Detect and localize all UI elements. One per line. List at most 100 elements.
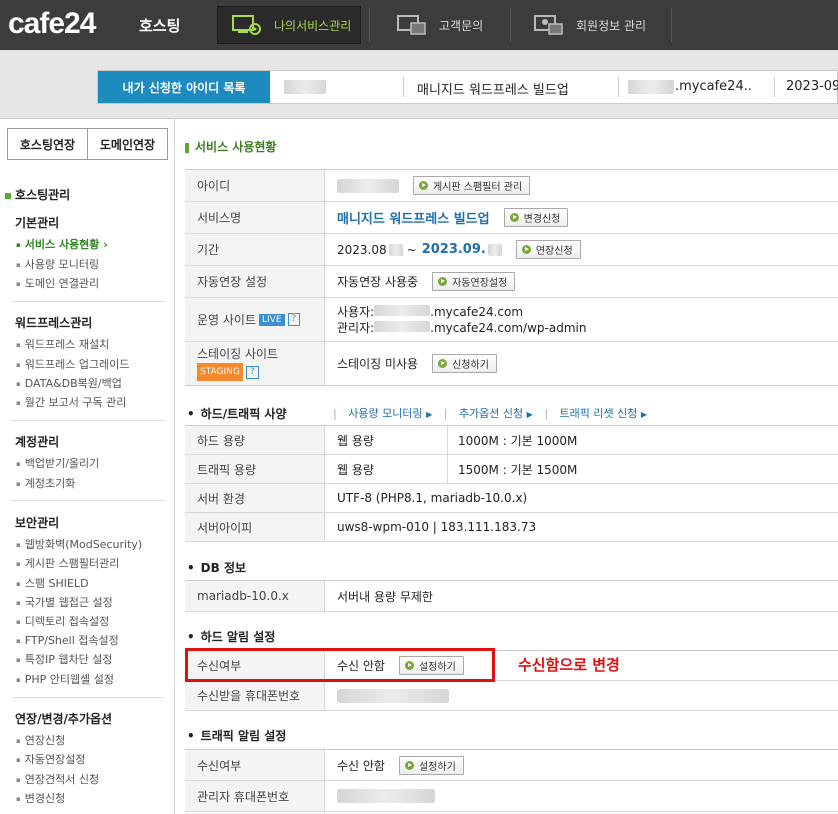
section-title-db: DB 정보 bbox=[187, 559, 246, 576]
sidebar-item-ip-block[interactable]: 특정IP 웹차단 설정 bbox=[16, 651, 113, 667]
id-list-bar[interactable]: 내가 신청한 아이디 목록 매니지드 워드프레스 빌드업 .mycafe24..… bbox=[97, 70, 838, 104]
table-row: 수신받을 휴대폰번호 bbox=[185, 681, 838, 711]
sidebar-item-directory-access[interactable]: 디렉토리 접속설정 bbox=[16, 613, 109, 629]
staging-badge: STAGING bbox=[197, 363, 243, 381]
sidebar-group-wordpress: 워드프레스관리 bbox=[15, 316, 93, 330]
staging-apply-button[interactable]: 신청하기 bbox=[432, 354, 497, 373]
table-row: 관리자 휴대폰번호 bbox=[185, 781, 838, 812]
section-title-usage: 서비스 사용현황 bbox=[185, 138, 276, 155]
sidebar-item-wp-upgrade[interactable]: 워드프레스 업그레이드 bbox=[16, 356, 130, 372]
sidebar-item-php-antiwebshell[interactable]: PHP 안티웹셸 설정 bbox=[16, 671, 114, 687]
traffic-receive-value: 수신 안함 bbox=[337, 758, 385, 773]
sidebar-item-monthly-report[interactable]: 월간 보고서 구독 관리 bbox=[16, 394, 127, 410]
link-traffic-reset[interactable]: 트래픽 리셋 신청 ▶ bbox=[560, 407, 648, 420]
table-row: 자동연장 설정 자동연장 사용중 자동연장설정 bbox=[185, 266, 838, 298]
sidebar-item-country-access[interactable]: 국가별 웹접근 설정 bbox=[16, 594, 113, 610]
sidebar-tabs: 호스팅연장 도메인연장 bbox=[7, 128, 168, 160]
help-icon[interactable]: ? bbox=[287, 313, 301, 326]
row-label: 서버 환경 bbox=[185, 484, 325, 512]
auto-extend-value: 자동연장 사용중 bbox=[337, 275, 419, 289]
sidebar-item-usage-monitor[interactable]: 사용량 모니터링 bbox=[16, 256, 99, 272]
sidebar-item-domain-connect[interactable]: 도메인 연결관리 bbox=[16, 275, 99, 291]
help-icon[interactable]: ? bbox=[245, 366, 259, 379]
admin-site-url[interactable]: .mycafe24.com/wp-admin bbox=[430, 321, 586, 335]
domain-extend-tab[interactable]: 도메인연장 bbox=[88, 128, 168, 160]
period-start: 2023.08 bbox=[337, 242, 387, 257]
hw-links: | 사용량 모니터링 ▶ | 추가옵션 신청 ▶ | 트래픽 리셋 신청 ▶ bbox=[333, 407, 648, 420]
row-value: UTF-8 (PHP8.1, mariadb-10.0.x) bbox=[337, 491, 528, 505]
row-value: 1000M : 기본 1000M bbox=[458, 433, 578, 448]
change-request-button[interactable]: 변경신청 bbox=[503, 208, 569, 227]
table-row: 수신여부 수신 안함 설정하기 bbox=[185, 750, 838, 781]
table-row: mariadb-10.0.x 서버내 용량 무제한 bbox=[185, 581, 838, 612]
nav-label: 회원정보 관리 bbox=[576, 18, 647, 33]
logo-subtitle: 호스팅 bbox=[139, 17, 181, 35]
nav-label: 나의서비스관리 bbox=[274, 18, 352, 33]
sidebar-item-spam-filter[interactable]: 게시판 스팸필터관리 bbox=[16, 555, 120, 571]
highlight-box bbox=[185, 648, 495, 682]
nav-my-service[interactable]: 나의서비스관리 bbox=[217, 6, 361, 44]
user-site-prefix: 사용자: bbox=[337, 304, 375, 319]
hw-table: 하드 용량 웹 용량 1000M : 기본 1000M 트래픽 용량 웹 용량 … bbox=[185, 425, 838, 542]
id-service-name: 매니지드 워드프레스 빌드업 bbox=[417, 83, 569, 98]
sidebar-item-modsecurity[interactable]: 웹방화벽(ModSecurity) bbox=[16, 536, 142, 552]
row-label: 트래픽 용량 bbox=[185, 455, 325, 483]
staging-value: 스테이징 미사용 bbox=[337, 357, 419, 371]
member-info-icon bbox=[534, 14, 564, 36]
sidebar-item-spam-shield[interactable]: 스팸 SHIELD bbox=[16, 575, 89, 591]
arrow-icon bbox=[438, 277, 448, 286]
extend-request-button[interactable]: 연장신청 bbox=[515, 240, 581, 259]
arrow-icon bbox=[404, 760, 414, 770]
sidebar-item-extend[interactable]: 연장신청 bbox=[16, 732, 65, 748]
table-row: 트래픽 용량 웹 용량 1500M : 기본 1500M bbox=[185, 455, 838, 484]
table-row: 서버아이피 uws8-wpm-010 | 183.111.183.73 bbox=[185, 513, 838, 542]
id-domain: .mycafe24.. bbox=[675, 79, 752, 94]
id-list-label: 내가 신청한 아이디 목록 bbox=[98, 71, 270, 103]
row-label: 관리자 휴대폰번호 bbox=[185, 781, 325, 811]
row-label: 서비스명 bbox=[185, 202, 325, 233]
cafe24-logo[interactable]: cafe24 bbox=[8, 9, 96, 39]
sidebar-item-data-restore[interactable]: DATA&DB복원/백업 bbox=[16, 375, 122, 391]
spam-filter-button[interactable]: 게시판 스팸필터 관리 bbox=[413, 176, 531, 195]
sidebar-group-options: 연장/변경/추가옵션 bbox=[15, 712, 113, 726]
nav-label: 고객문의 bbox=[439, 18, 484, 33]
row-value: 1500M : 기본 1500M bbox=[458, 462, 578, 477]
sidebar-item-change[interactable]: 변경신청 bbox=[16, 790, 65, 806]
row-label: 스테이징 사이트 bbox=[197, 347, 279, 361]
sidebar-group-security: 보안관리 bbox=[15, 516, 60, 530]
section-title-traffic-alert: 트래픽 알림 설정 bbox=[187, 727, 287, 744]
sidebar-item-account-reset[interactable]: 계정초기화 bbox=[16, 475, 76, 491]
user-site-url[interactable]: .mycafe24.com bbox=[430, 305, 523, 319]
table-row: 운영 사이트 LIVE ? 사용자: .mycafe24.com 관리자: .myc… bbox=[185, 298, 838, 342]
arrow-icon bbox=[521, 245, 531, 254]
nav-member-info[interactable]: 회원정보 관리 bbox=[534, 6, 646, 44]
table-row: 하드 용량 웹 용량 1000M : 기본 1000M bbox=[185, 426, 838, 455]
sidebar-item-backup[interactable]: 백업받기/올리기 bbox=[16, 455, 100, 471]
auto-extend-button[interactable]: 자동연장설정 bbox=[432, 272, 516, 291]
sidebar-item-auto-extend[interactable]: 자동연장설정 bbox=[16, 751, 86, 767]
sidebar-item-ftp-shell[interactable]: FTP/Shell 접속설정 bbox=[16, 632, 119, 648]
table-row: 서비스명 매니지드 워드프레스 빌드업 변경신청 bbox=[185, 202, 838, 234]
usage-table: 아이디 게시판 스팸필터 관리 서비스명 매니지드 워드프레스 빌드업 변경신청… bbox=[185, 169, 838, 386]
sidebar-item-service-usage[interactable]: 서비스 사용현황 › bbox=[16, 236, 108, 252]
arrow-icon bbox=[419, 181, 428, 190]
row-label: 운영 사이트 bbox=[197, 313, 257, 327]
table-row: 기간 2023.08 ~ 2023.09. 연장신청 bbox=[185, 234, 838, 266]
link-add-option[interactable]: 추가옵션 신청 ▶ bbox=[459, 407, 533, 420]
traffic-setting-button[interactable]: 설정하기 bbox=[398, 755, 464, 775]
nav-customer[interactable]: 고객문의 bbox=[397, 6, 483, 44]
table-row: 스테이징 사이트 STAGING? 스테이징 미사용 신청하기 bbox=[185, 342, 838, 386]
admin-site-prefix: 관리자: bbox=[337, 320, 375, 335]
row-value: uws8-wpm-010 | 183.111.183.73 bbox=[337, 520, 537, 534]
row-label: 자동연장 설정 bbox=[185, 266, 325, 297]
hosting-extend-tab[interactable]: 호스팅연장 bbox=[7, 128, 88, 160]
masked-domain bbox=[628, 80, 674, 94]
sidebar-item-wp-reinstall[interactable]: 워드프레스 재설치 bbox=[16, 336, 109, 352]
table-row: 서버 환경 UTF-8 (PHP8.1, mariadb-10.0.x) bbox=[185, 484, 838, 513]
masked-id bbox=[284, 80, 326, 94]
traffic-alert-table: 수신여부 수신 안함 설정하기 관리자 휴대폰번호 bbox=[185, 749, 838, 812]
link-usage-monitor[interactable]: 사용량 모니터링 ▶ bbox=[348, 407, 432, 420]
sidebar-item-quote[interactable]: 연장견적서 신청 bbox=[16, 771, 99, 787]
row-label: 기간 bbox=[185, 234, 325, 265]
db-value: 서버내 용량 무제한 bbox=[337, 589, 433, 604]
